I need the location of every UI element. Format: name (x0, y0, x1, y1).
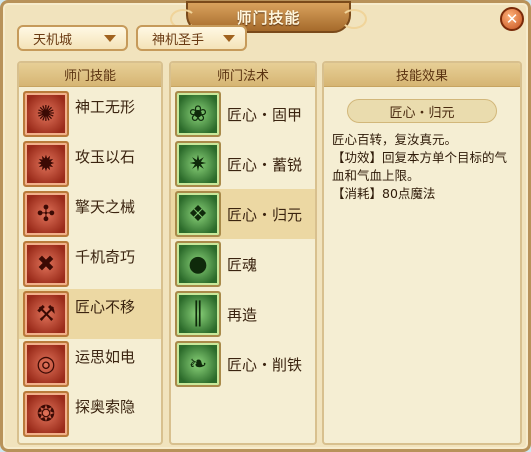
skill-label: 探奥索隐 (75, 397, 136, 416)
skills-window: 师门技能 ✕ 天机城 神机圣手 师门技能 ✺ 神工无形 ✹ 攻玉以石 ✣ 擎天之械 ✖ 千机奇… (0, 0, 531, 452)
skill-label: 匠心不移 (75, 297, 136, 316)
school-dropdown-value: 神机圣手 (152, 32, 205, 48)
skill-label: 千机奇巧 (75, 247, 136, 266)
skill-row[interactable]: ✖ 千机奇巧 (19, 239, 161, 289)
sect-dropdown[interactable]: 天机城 (17, 25, 128, 51)
sect-dropdown-value: 天机城 (33, 32, 73, 48)
soul-spell-icon[interactable]: ● (175, 241, 221, 287)
skill-label: 神工无形 (75, 97, 136, 116)
cross-skill-icon[interactable]: ✖ (23, 241, 69, 287)
spell-row[interactable]: ❧ 匠心・削铁 (171, 339, 315, 389)
window-title: 师门技能 (236, 8, 301, 27)
spell-row[interactable]: ║ 再造 (171, 289, 315, 339)
spell-label: 再造 (227, 305, 258, 324)
skill-label: 运思如电 (75, 347, 136, 366)
skill-effect-panel: 技能效果 匠心・归元 匠心百转，复汝真元。 【功效】回复本方单个目标的气血和气血… (322, 61, 522, 445)
effect-line: 【消耗】80点魔法 (332, 186, 436, 201)
effect-name-plate: 匠心・归元 (347, 99, 497, 123)
effect-name: 匠心・归元 (389, 105, 455, 121)
skill-row[interactable]: ✣ 擎天之械 (19, 189, 161, 239)
blade-spell-icon[interactable]: ❧ (175, 341, 221, 387)
spell-label: 匠心・蓄锐 (227, 155, 303, 174)
school-dropdown[interactable]: 神机圣手 (136, 25, 247, 51)
hammer-skill-icon[interactable]: ⚒ (23, 291, 69, 337)
chevron-down-icon (104, 34, 116, 42)
chevron-down-icon (223, 34, 235, 42)
effect-description: 匠心百转，复汝真元。 【功效】回复本方单个目标的气血和气血上限。 【消耗】80点… (324, 123, 520, 203)
spell-row[interactable]: ✷ 匠心・蓄锐 (171, 139, 315, 189)
skill-effect-header: 技能效果 (324, 63, 520, 87)
spell-label: 匠心・固甲 (227, 105, 303, 124)
shield-spell-icon[interactable]: ❀ (175, 91, 221, 137)
burst-spell-icon[interactable]: ✷ (175, 141, 221, 187)
close-icon: ✕ (505, 9, 519, 28)
skill-label: 攻玉以石 (75, 147, 136, 166)
skill-row[interactable]: ◎ 运思如电 (19, 339, 161, 389)
windmill-skill-icon[interactable]: ✣ (23, 191, 69, 237)
spell-label: 匠魂 (227, 255, 258, 274)
skill-label: 擎天之械 (75, 197, 136, 216)
skill-row[interactable]: ⚒ 匠心不移 (19, 289, 161, 339)
swirl-skill-icon[interactable]: ✺ (23, 91, 69, 137)
effect-line: 匠心百转，复汝真元。 (332, 132, 458, 147)
sect-spells-panel: 师门法术 ❀ 匠心・固甲 ✷ 匠心・蓄锐 ❖ 匠心・归元 ● 匠魂 ║ 再造 ❧ 匠心・削铁 (169, 61, 317, 445)
effect-line: 【功效】回复本方单个目标的气血和气血上限。 (332, 150, 508, 183)
restore-spell-icon[interactable]: ❖ (175, 191, 221, 237)
close-button[interactable]: ✕ (500, 7, 524, 31)
skill-row[interactable]: ✺ 神工无形 (19, 89, 161, 139)
skill-row[interactable]: ❂ 探奥索隐 (19, 389, 161, 439)
rebuild-spell-icon[interactable]: ║ (175, 291, 221, 337)
mechanism-skill-icon[interactable]: ✹ (23, 141, 69, 187)
spell-row[interactable]: ❖ 匠心・归元 (171, 189, 315, 239)
sect-skills-header: 师门技能 (19, 63, 161, 87)
skill-row[interactable]: ✹ 攻玉以石 (19, 139, 161, 189)
spell-row[interactable]: ● 匠魂 (171, 239, 315, 289)
spiral-skill-icon[interactable]: ❂ (23, 391, 69, 437)
sect-skills-panel: 师门技能 ✺ 神工无形 ✹ 攻玉以石 ✣ 擎天之械 ✖ 千机奇巧 ⚒ 匠心不移 ◎ 运思如电 ❂ 探奥索隐 (17, 61, 163, 445)
spell-label: 匠心・削铁 (227, 355, 303, 374)
spell-label: 匠心・归元 (227, 205, 303, 224)
vortex-skill-icon[interactable]: ◎ (23, 341, 69, 387)
spell-row[interactable]: ❀ 匠心・固甲 (171, 89, 315, 139)
sect-spells-header: 师门法术 (171, 63, 315, 87)
